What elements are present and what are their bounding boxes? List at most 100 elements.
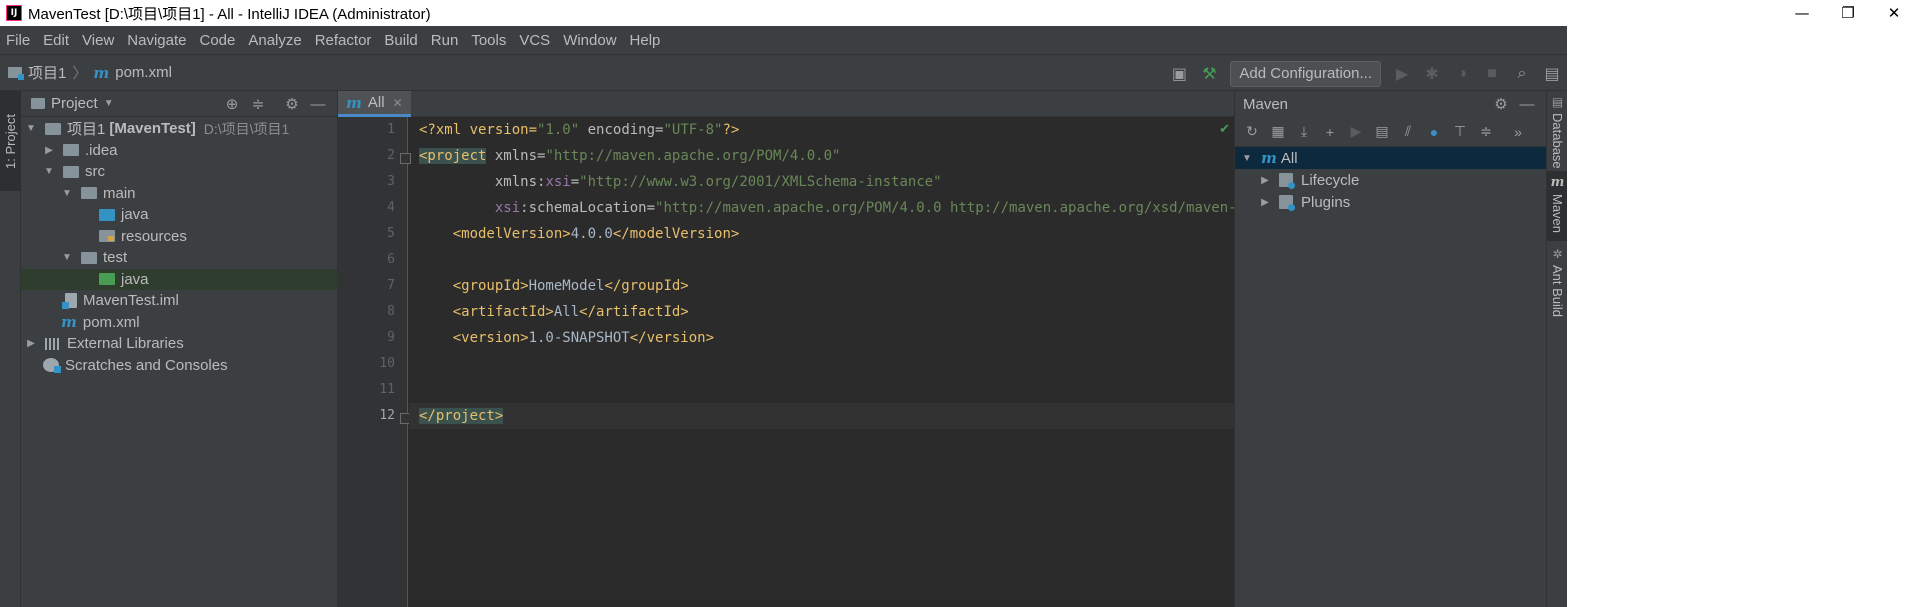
ant-build-tool-tab-label: Ant Build <box>1550 265 1565 318</box>
add-maven-project-icon[interactable]: + <box>1317 124 1343 140</box>
hide-panel-icon[interactable]: — <box>305 96 331 113</box>
ant-build-tool-tab[interactable]: ✲ Ant Build <box>1547 241 1568 331</box>
breadcrumb-project[interactable]: 项目1 <box>28 62 66 83</box>
line-number-current: 12 <box>379 408 395 423</box>
hide-panel-icon[interactable]: — <box>1514 96 1540 113</box>
reload-icon[interactable]: ↻ <box>1239 123 1265 140</box>
maven-tree-item-plugins[interactable]: ▶ Plugins <box>1235 191 1546 213</box>
restore-button[interactable]: ❐ <box>1825 0 1871 26</box>
breadcrumb-file[interactable]: pom.xml <box>115 64 172 81</box>
breadcrumb: 项目1 〉 m pom.xml <box>8 62 172 83</box>
code-line-12-current: </project> <box>409 403 1234 429</box>
menu-edit[interactable]: Edit <box>43 32 69 49</box>
menu-window[interactable]: Window <box>563 32 616 49</box>
xml-value: "http://maven.apache.org/POM/4.0.0 http:… <box>655 200 1234 216</box>
tree-item-label: resources <box>121 227 187 245</box>
tree-item-label: Plugins <box>1301 193 1351 211</box>
folder-icon <box>63 165 79 178</box>
gear-icon[interactable]: ⚙ <box>1488 95 1514 113</box>
tree-item-main-java[interactable]: java <box>21 204 337 226</box>
close-window-button[interactable]: ✕ <box>1871 0 1917 26</box>
toggle-offline-icon[interactable]: ⫽ <box>1395 123 1421 140</box>
maven-tree-item-all[interactable]: ▼ m All <box>1235 147 1546 169</box>
run-icon[interactable]: ▶ <box>1389 61 1415 87</box>
close-icon[interactable]: ✕ <box>393 96 403 110</box>
collapse-all-icon[interactable]: ≑ <box>245 95 271 113</box>
coverage-icon[interactable]: ◑ <box>1449 61 1475 87</box>
database-tool-tab[interactable]: ▤ Database <box>1547 91 1568 171</box>
line-number: 8 <box>387 304 395 319</box>
code-line-1: <?xml version="1.0" encoding="UTF-8"?> <box>409 117 1234 143</box>
tree-item-iml[interactable]: MavenTest.iml <box>21 290 337 312</box>
editor-tab-all[interactable]: m All ✕ <box>338 91 411 117</box>
skip-tests-icon[interactable]: ● <box>1421 124 1447 140</box>
terminal-icon[interactable]: ▣ <box>1166 61 1192 87</box>
generate-sources-icon[interactable]: ▦ <box>1265 123 1291 140</box>
execute-goal-icon[interactable]: ▤ <box>1369 123 1395 140</box>
debug-icon[interactable]: ✱ <box>1419 61 1445 87</box>
stop-icon[interactable]: ■ <box>1479 61 1505 87</box>
xml-value: "http://www.w3.org/2001/XMLSchema-instan… <box>579 174 942 190</box>
desktop-background <box>1567 26 1917 607</box>
xml-tag: <groupId> <box>419 278 529 294</box>
project-panel-title[interactable]: Project <box>51 95 98 112</box>
code-editor[interactable]: ✔ <?xml version="1.0" encoding="UTF-8"?>… <box>409 117 1234 607</box>
folder-icon <box>81 251 97 264</box>
xml-text: 1.0-SNAPSHOT <box>528 330 630 346</box>
expanded-arrow-icon[interactable]: ▼ <box>25 123 37 134</box>
libraries-icon <box>45 337 61 350</box>
menu-navigate[interactable]: Navigate <box>127 32 186 49</box>
menu-file[interactable]: File <box>6 32 30 49</box>
chevron-down-icon[interactable]: ▼ <box>104 98 114 109</box>
build-hammer-icon[interactable]: ⚒ <box>1196 61 1222 87</box>
menu-run[interactable]: Run <box>431 32 459 49</box>
xml-attr: = <box>570 174 580 190</box>
collapsed-arrow-icon[interactable]: ▶ <box>1259 175 1271 186</box>
expanded-arrow-icon[interactable]: ▼ <box>61 188 73 199</box>
menu-view[interactable]: View <box>82 32 114 49</box>
download-icon[interactable]: ⤓ <box>1291 123 1317 140</box>
code-line-5: <modelVersion>4.0.0</modelVersion> <box>409 221 1234 247</box>
tree-item-resources[interactable]: resources <box>21 226 337 248</box>
xml-value: "http://maven.apache.org/POM/4.0.0" <box>545 148 841 164</box>
plugins-folder-icon <box>1279 195 1295 211</box>
run-maven-build-icon[interactable]: ▶ <box>1343 123 1369 140</box>
minimize-button[interactable]: — <box>1779 0 1825 26</box>
show-dependencies-icon[interactable]: ⊤ <box>1447 123 1473 140</box>
collapsed-arrow-icon[interactable]: ▶ <box>1259 197 1271 208</box>
menu-build[interactable]: Build <box>384 32 417 49</box>
maven-tree-item-lifecycle[interactable]: ▶ Lifecycle <box>1235 169 1546 191</box>
menu-analyze[interactable]: Analyze <box>248 32 301 49</box>
menu-tools[interactable]: Tools <box>471 32 506 49</box>
search-icon[interactable]: ⌕ <box>1509 61 1535 87</box>
tree-item-scratches[interactable]: Scratches and Consoles <box>21 355 337 377</box>
expanded-arrow-icon[interactable]: ▼ <box>1241 153 1253 164</box>
tree-item-src[interactable]: ▼ src <box>21 161 337 183</box>
maven-tool-tab[interactable]: m Maven <box>1547 171 1568 241</box>
gear-icon[interactable]: ⚙ <box>279 95 305 113</box>
project-tool-tab-label: 1: Project <box>3 113 19 169</box>
project-structure-icon[interactable]: ▤ <box>1539 61 1565 87</box>
collapsed-arrow-icon[interactable]: ▶ <box>43 145 55 156</box>
locate-file-icon[interactable]: ⊕ <box>219 95 245 113</box>
add-configuration-button[interactable]: Add Configuration... <box>1230 60 1381 87</box>
line-number: 6 <box>387 252 395 267</box>
expanded-arrow-icon[interactable]: ▼ <box>43 166 55 177</box>
tree-item-pom[interactable]: m pom.xml <box>21 312 337 334</box>
menu-code[interactable]: Code <box>199 32 235 49</box>
tree-item-idea[interactable]: ▶ .idea <box>21 140 337 162</box>
tree-item-project-root[interactable]: ▼ 项目1 [MavenTest] D:\项目\项目1 <box>21 118 337 140</box>
xml-namespace: xsi <box>545 174 571 190</box>
collapsed-arrow-icon[interactable]: ▶ <box>25 338 37 349</box>
menu-help[interactable]: Help <box>630 32 661 49</box>
tree-item-external-libraries[interactable]: ▶ External Libraries <box>21 333 337 355</box>
expanded-arrow-icon[interactable]: ▼ <box>61 252 73 263</box>
more-actions-icon[interactable]: » <box>1505 124 1531 140</box>
project-tool-tab[interactable]: 1: Project <box>0 91 21 191</box>
menu-refactor[interactable]: Refactor <box>315 32 372 49</box>
tree-item-main[interactable]: ▼ main <box>21 183 337 205</box>
menu-vcs[interactable]: VCS <box>519 32 550 49</box>
tree-item-test[interactable]: ▼ test <box>21 247 337 269</box>
tree-item-test-java[interactable]: java <box>21 268 337 290</box>
collapse-all-icon[interactable]: ≑ <box>1473 123 1499 140</box>
